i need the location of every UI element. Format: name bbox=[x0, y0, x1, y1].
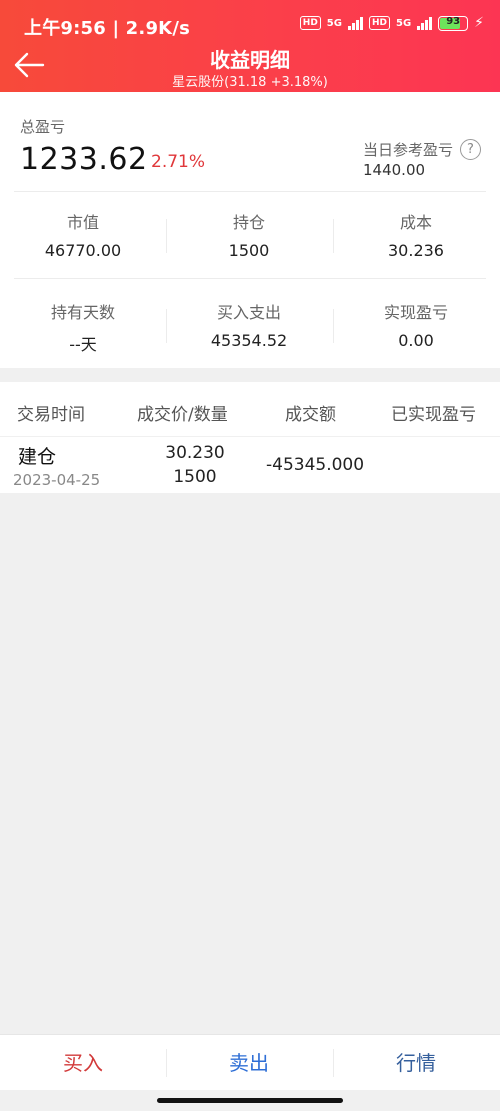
metric-label: 持仓 bbox=[232, 213, 265, 232]
question-circle-icon[interactable]: ? bbox=[460, 139, 481, 160]
trade-table-header: 交易时间 成交价/数量 成交额 已实现盈亏 bbox=[0, 382, 500, 436]
summary-card: 总盈亏 1233.62 2.71% 当日参考盈亏 ? 1440.00 市值 46… bbox=[0, 92, 500, 368]
divider bbox=[14, 191, 486, 192]
hd-badge-2: HD bbox=[368, 16, 390, 30]
bottom-action-bar: 买入 卖出 行情 bbox=[0, 1034, 500, 1090]
trade-price: 30.230 bbox=[165, 443, 225, 463]
col-amount: 成交额 bbox=[285, 405, 336, 425]
metric-position: 持仓 1500 bbox=[166, 209, 332, 260]
battery-level: 93 bbox=[446, 15, 461, 27]
metric-holding-days: 持有天数 --天 bbox=[0, 299, 166, 355]
sell-button[interactable]: 卖出 bbox=[166, 1035, 332, 1091]
metric-value: 45354.52 bbox=[210, 331, 288, 350]
app-header: 上午9:56 | 2.9K/s HD 5G HD 5G 93 ⚡ 收益明细 星云… bbox=[0, 0, 500, 92]
daily-ref-value: 1440.00 bbox=[363, 161, 426, 179]
trade-quantity: 1500 bbox=[173, 467, 217, 487]
divider bbox=[14, 278, 486, 279]
page-title: 收益明细 bbox=[210, 48, 290, 72]
total-pl-percent: 2.71% bbox=[151, 152, 206, 172]
charging-icon: ⚡ bbox=[474, 15, 484, 31]
status-time: 上午9:56 | 2.9K/s bbox=[24, 18, 191, 39]
metric-label: 市值 bbox=[66, 213, 99, 232]
quote-button[interactable]: 行情 bbox=[333, 1035, 499, 1091]
col-price-qty: 成交价/数量 bbox=[137, 405, 228, 425]
metric-value: 0.00 bbox=[398, 331, 434, 350]
metric-value: 30.236 bbox=[388, 241, 444, 260]
metric-cost: 成本 30.236 bbox=[333, 209, 499, 260]
col-trade-time: 交易时间 bbox=[17, 405, 85, 425]
metric-market-value: 市值 46770.00 bbox=[0, 209, 166, 260]
metric-value: 46770.00 bbox=[44, 241, 122, 260]
trade-type: 建仓 bbox=[18, 446, 57, 468]
buy-button[interactable]: 买入 bbox=[0, 1035, 166, 1091]
hd-badge: HD bbox=[299, 16, 321, 30]
metric-value: --天 bbox=[69, 335, 97, 354]
status-icons: HD 5G HD 5G 93 ⚡ bbox=[299, 15, 484, 31]
table-row[interactable]: 建仓 2023-04-25 30.230 1500 -45345.000 bbox=[0, 437, 500, 493]
signal-icon-2 bbox=[417, 16, 433, 30]
trade-date: 2023-04-25 bbox=[13, 471, 101, 489]
total-pl-label: 总盈亏 bbox=[20, 118, 66, 136]
metric-realized-pl: 实现盈亏 0.00 bbox=[333, 299, 499, 350]
metric-buy-expense: 买入支出 45354.52 bbox=[166, 299, 332, 350]
daily-ref-label: 当日参考盈亏 bbox=[363, 141, 454, 159]
stock-subtitle: 星云股份(31.18 +3.18%) bbox=[172, 75, 328, 90]
battery-icon: 93 bbox=[438, 15, 469, 31]
trade-amount: -45345.000 bbox=[266, 455, 365, 475]
network-label: 5G bbox=[326, 17, 342, 29]
signal-icon bbox=[347, 16, 363, 30]
metric-label: 持有天数 bbox=[50, 303, 115, 322]
metric-label: 买入支出 bbox=[216, 303, 281, 322]
metric-label: 成本 bbox=[399, 213, 432, 232]
metrics-row-1: 市值 46770.00 持仓 1500 成本 30.236 bbox=[0, 209, 500, 279]
home-indicator[interactable] bbox=[157, 1098, 343, 1103]
network-label-2: 5G bbox=[395, 17, 412, 29]
metric-value: 1500 bbox=[228, 241, 270, 260]
col-realized-pl: 已实现盈亏 bbox=[391, 405, 476, 425]
total-pl-value: 1233.62 bbox=[20, 142, 148, 177]
metrics-row-2: 持有天数 --天 买入支出 45354.52 实现盈亏 0.00 bbox=[0, 299, 500, 369]
status-bar: 上午9:56 | 2.9K/s HD 5G HD 5G 93 ⚡ bbox=[0, 0, 500, 40]
metric-label: 实现盈亏 bbox=[383, 303, 448, 322]
